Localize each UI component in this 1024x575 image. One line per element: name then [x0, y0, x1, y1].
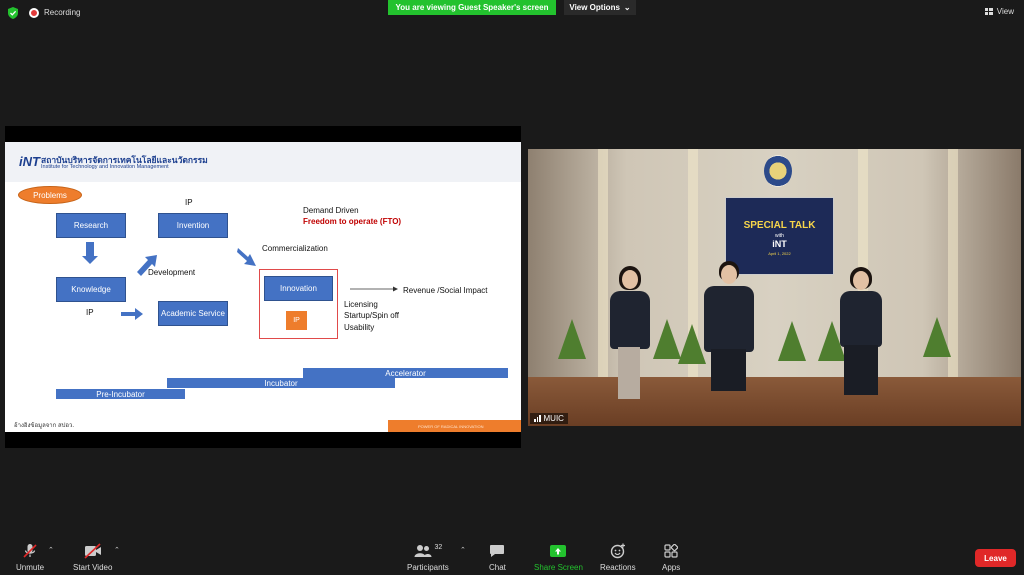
signal-icon [534, 415, 541, 422]
record-icon [29, 8, 39, 18]
view-label: View [996, 7, 1014, 16]
share-screen-icon [549, 543, 567, 559]
share-screen-label: Share Screen [534, 563, 583, 572]
pre-incubator-bar: Pre-Incubator [56, 389, 185, 399]
banner-date: April 1, 2022 [768, 251, 791, 256]
footer-strip: POWER OF RADICAL INNOVATION [388, 420, 521, 432]
apps-icon [664, 543, 679, 559]
banner-title: SPECIAL TALK [743, 220, 816, 231]
view-options-label: View Options [569, 3, 620, 12]
participant-name: MUIC [543, 414, 564, 423]
plant [653, 319, 681, 359]
grid-icon [984, 8, 993, 15]
video-floor [528, 377, 1021, 426]
footer-note: อ้างอิงข้อมูลจาก สปอว. [14, 423, 75, 429]
plant [778, 321, 806, 361]
participant-video[interactable]: SPECIAL TALK with iNT April 1, 2022 MUIC [528, 149, 1021, 426]
unmute-label: Unmute [16, 563, 45, 572]
banner-int: iNT [772, 239, 787, 249]
slide: iNT สถาบันบริหารจัดการเทคโนโลยีและนวัตกร… [5, 142, 521, 432]
apps-label: Apps [662, 563, 681, 572]
accelerator-bar: Accelerator [303, 368, 508, 378]
wall-light-stripe [598, 149, 608, 379]
video-options-chevron-icon[interactable]: ⌃ [114, 546, 120, 554]
recording-label[interactable]: Recording [44, 8, 80, 17]
special-talk-banner: SPECIAL TALK with iNT April 1, 2022 [725, 197, 834, 275]
shield-icon[interactable] [7, 7, 19, 19]
apps-button[interactable]: Apps [662, 543, 680, 572]
chat-icon [489, 543, 505, 559]
university-seal [764, 155, 792, 187]
reactions-icon [610, 543, 626, 559]
chevron-down-icon: ⌄ [623, 3, 631, 12]
participants-options-chevron-icon[interactable]: ⌃ [460, 546, 466, 554]
mic-muted-icon [22, 543, 38, 559]
incubator-bar: Incubator [167, 378, 395, 388]
start-video-button[interactable]: Start Video [73, 543, 112, 572]
participants-label: Participants [407, 563, 449, 572]
audio-options-chevron-icon[interactable]: ⌃ [48, 546, 54, 554]
view-button[interactable]: View [984, 7, 1014, 16]
plant [678, 324, 706, 364]
participants-icon: 32 [414, 543, 443, 559]
reactions-label: Reactions [600, 563, 636, 572]
participants-button[interactable]: 32 Participants [407, 543, 449, 573]
start-video-label: Start Video [73, 563, 113, 572]
reactions-button[interactable]: Reactions [600, 543, 636, 572]
video-off-icon [84, 543, 102, 559]
view-options-button[interactable]: View Options ⌄ [564, 0, 636, 15]
chat-label: Chat [489, 563, 506, 572]
zoom-window: Recording You are viewing Guest Speaker'… [0, 0, 1024, 575]
share-screen-button[interactable]: Share Screen [534, 543, 583, 572]
plant [558, 319, 586, 359]
leave-button[interactable]: Leave [975, 549, 1016, 567]
unmute-button[interactable]: Unmute [16, 543, 44, 572]
participant-name-tag: MUIC [530, 413, 568, 424]
participants-count: 32 [434, 543, 443, 551]
shared-screen[interactable]: iNT สถาบันบริหารจัดการเทคโนโลยีและนวัตกร… [5, 126, 521, 448]
plant [923, 317, 951, 357]
chat-button[interactable]: Chat [489, 543, 506, 572]
viewing-banner: You are viewing Guest Speaker's screen [388, 0, 556, 15]
